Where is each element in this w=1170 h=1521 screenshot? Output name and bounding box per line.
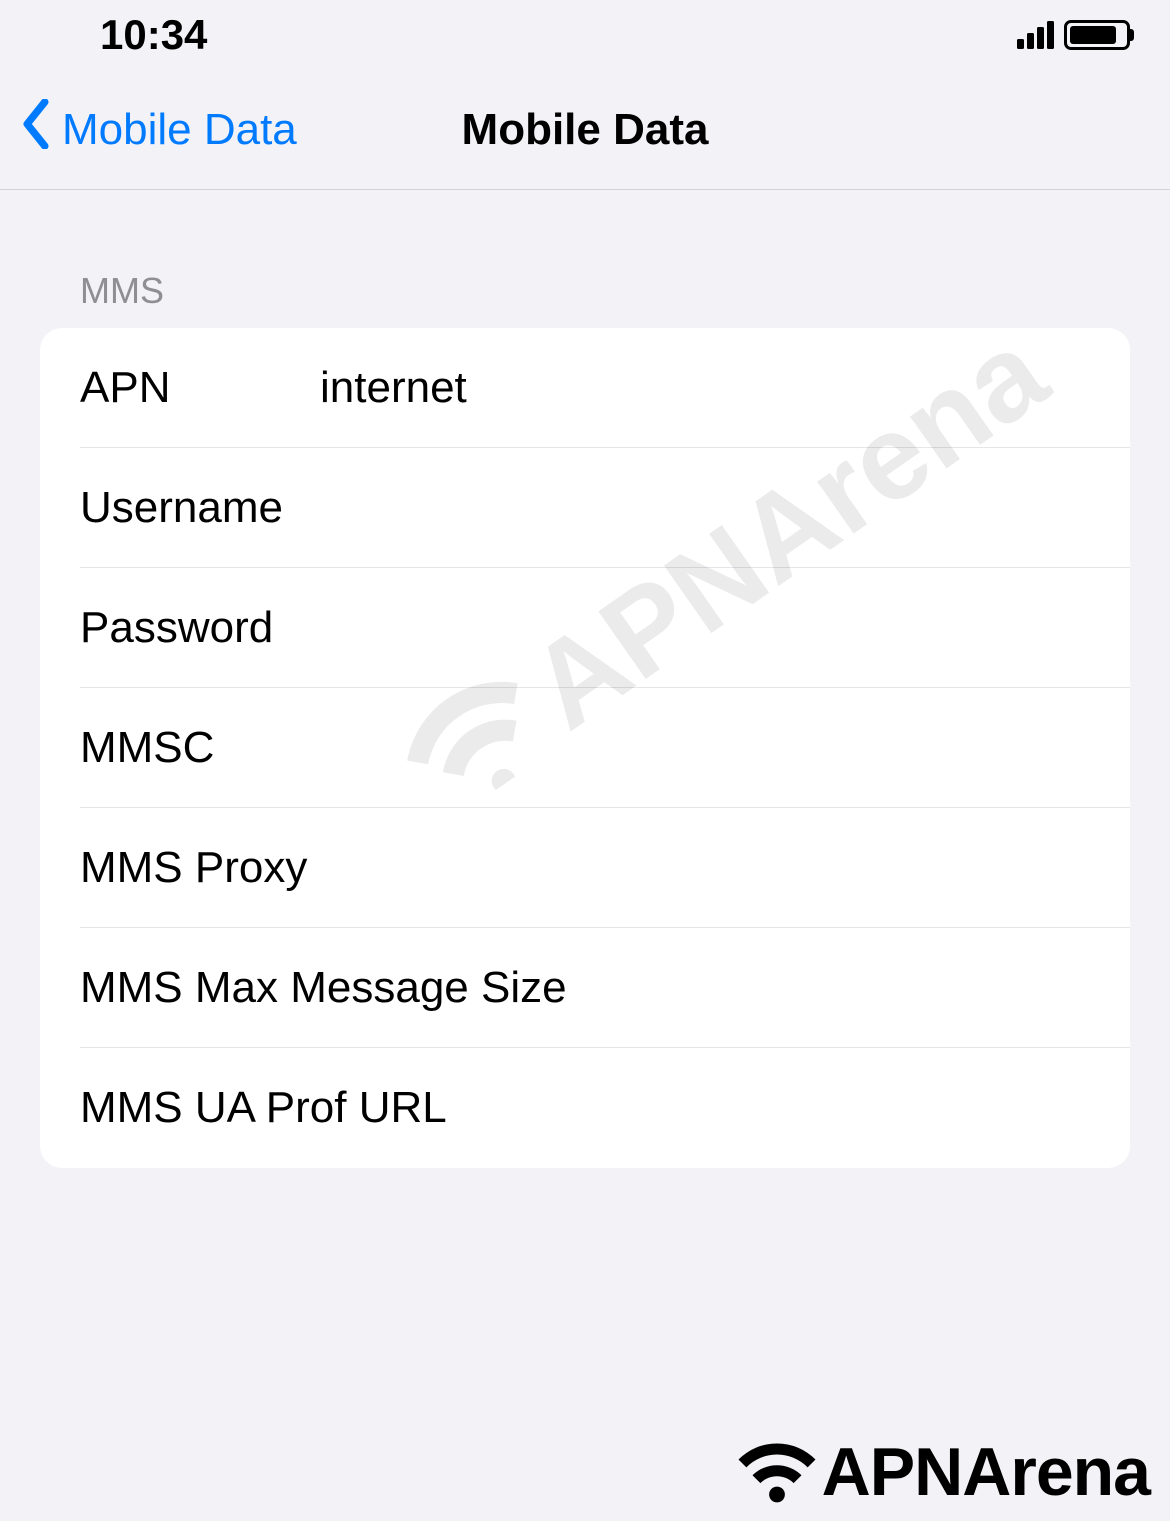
content-area: MMS APN Username Password MMSC MMS Proxy… <box>0 190 1170 1168</box>
mms-settings-group: APN Username Password MMSC MMS Proxy MMS… <box>40 328 1130 1168</box>
mms-ua-row[interactable]: MMS UA Prof URL <box>40 1048 1130 1168</box>
mms-max-row[interactable]: MMS Max Message Size <box>40 928 1130 1048</box>
section-header-mms: MMS <box>40 270 1130 328</box>
password-label: Password <box>80 603 320 653</box>
battery-icon <box>1064 20 1130 50</box>
footer-logo-text: APNArena <box>822 1433 1150 1511</box>
mms-max-label: MMS Max Message Size <box>80 963 1090 1013</box>
back-button[interactable]: Mobile Data <box>0 99 297 160</box>
username-field[interactable] <box>320 483 1090 533</box>
apn-row[interactable]: APN <box>40 328 1130 448</box>
apn-label: APN <box>80 363 320 413</box>
footer-logo: APNArena <box>732 1433 1150 1511</box>
chevron-left-icon <box>20 99 52 160</box>
mms-ua-label: MMS UA Prof URL <box>80 1083 1090 1133</box>
username-row[interactable]: Username <box>40 448 1130 568</box>
cellular-signal-icon <box>1017 21 1054 49</box>
mms-proxy-label: MMS Proxy <box>80 843 1090 893</box>
page-title: Mobile Data <box>462 105 709 155</box>
username-label: Username <box>80 483 320 533</box>
password-field[interactable] <box>320 603 1090 653</box>
mmsc-row[interactable]: MMSC <box>40 688 1130 808</box>
apn-field[interactable] <box>320 363 1090 413</box>
mmsc-label: MMSC <box>80 723 320 773</box>
status-time: 10:34 <box>100 11 207 59</box>
status-bar: 10:34 <box>0 0 1170 70</box>
mms-proxy-row[interactable]: MMS Proxy <box>40 808 1130 928</box>
navigation-bar: Mobile Data Mobile Data <box>0 70 1170 190</box>
back-button-label: Mobile Data <box>62 105 297 155</box>
password-row[interactable]: Password <box>40 568 1130 688</box>
wifi-icon <box>732 1435 822 1510</box>
mmsc-field[interactable] <box>320 723 1090 773</box>
status-indicators <box>1017 20 1130 50</box>
